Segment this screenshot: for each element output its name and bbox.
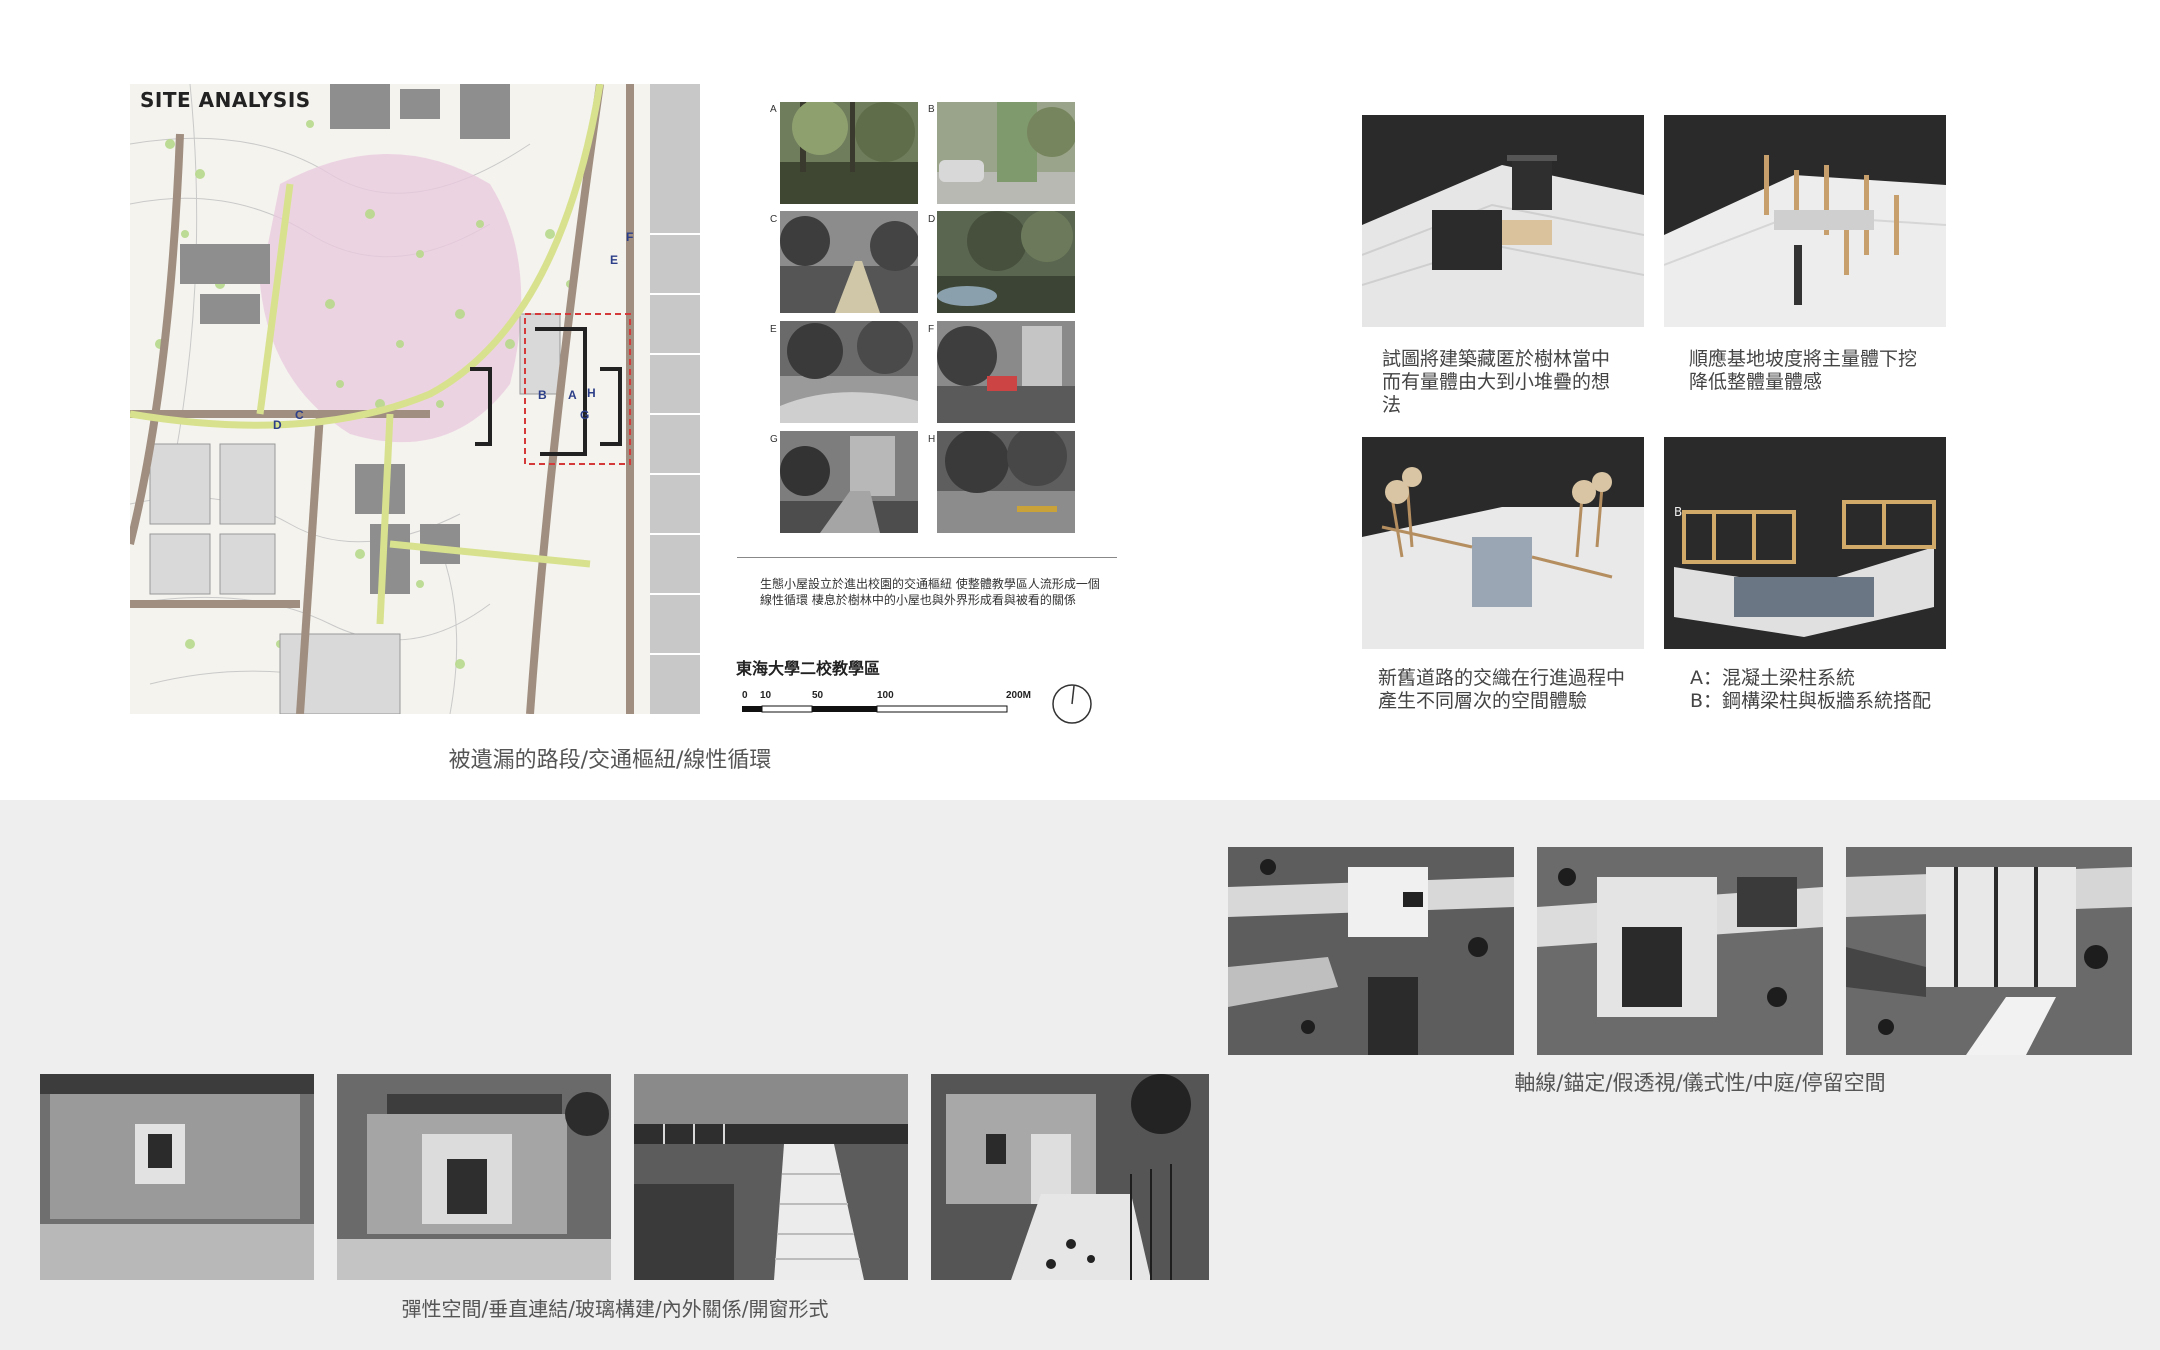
model-photo-3 (1362, 437, 1644, 649)
photo-label-g: G (770, 434, 778, 445)
map-letter-g: G (580, 408, 589, 422)
site-map-drawing: B A H G C D E F (130, 84, 700, 714)
site-photo-f (937, 321, 1075, 423)
site-photo-a (780, 102, 918, 204)
bw-bottom-photo-3 (634, 1074, 908, 1280)
bw-bottom-photo-4-image (931, 1074, 1209, 1280)
scale-bar (742, 705, 1008, 713)
bw-top-photo-3-image (1846, 847, 2132, 1055)
bw-bottom-photo-4 (931, 1074, 1209, 1280)
photo-label-d: D (928, 214, 936, 225)
site-photo-g-image (780, 431, 918, 533)
site-photo-a-image (780, 102, 918, 204)
bw-top-photo-2 (1537, 847, 1823, 1055)
bw-bottom-photo-2-image (337, 1074, 611, 1280)
site-photo-h (937, 431, 1075, 533)
map-letter-f: F (626, 230, 633, 244)
photo-label-b: B (928, 104, 935, 115)
model-photo-2 (1664, 115, 1946, 327)
photo-label-c: C (770, 214, 778, 225)
bw-top-photo-1-image (1228, 847, 1514, 1055)
bottom-right-caption: 軸線/錨定/假透視/儀式性/中庭/停留空間 (1514, 1071, 1886, 1095)
site-photo-h-image (937, 431, 1075, 533)
site-photo-g (780, 431, 918, 533)
scale-tick-200m: 200M (1006, 690, 1032, 701)
map-letter-h: H (587, 386, 596, 400)
site-photo-c (780, 211, 918, 313)
map-letter-e: E (610, 253, 618, 267)
site-photo-d-image (937, 211, 1075, 313)
photo-label-f: F (928, 324, 935, 335)
model-photo-4-image (1664, 437, 1946, 649)
site-photo-b-image (937, 102, 1075, 204)
site-photo-e (780, 321, 918, 423)
campus-title: 東海大學二校教學區 (736, 659, 881, 678)
bw-bottom-photo-1 (40, 1074, 314, 1280)
site-analysis-caption: 被遺漏的路段/交通樞紐/線性循環 (448, 748, 772, 773)
photo-label-h: H (928, 434, 936, 445)
model-caption-3: 新舊道路的交織在行進過程中產生不同層次的空間體驗 (1378, 667, 1626, 712)
site-analysis-title: SITE ANALYSIS (140, 88, 311, 112)
site-photo-f-image (937, 321, 1075, 423)
map-letter-c: C (295, 408, 304, 422)
bw-top-photo-2-image (1537, 847, 1823, 1055)
site-photo-b (937, 102, 1075, 204)
model-caption-2: 順應基地坡度將主量體下挖降低整體量體感 (1689, 348, 1918, 393)
scale-tick-100: 100 (877, 690, 894, 701)
site-description: 生態小屋設立於進出校園的交通樞紐 使整體教學區人流形成一個線性循環 棲息於樹林中… (760, 577, 1100, 607)
photo-label-a: A (770, 104, 777, 115)
map-letter-b: B (538, 388, 547, 402)
site-photo-e-image (780, 321, 918, 423)
scale-tick-10: 10 (760, 690, 772, 701)
site-map: B A H G C D E F (130, 84, 700, 714)
model-photo-2-image (1664, 115, 1946, 327)
bw-bottom-photo-3-image (634, 1074, 908, 1280)
map-letter-a: A (568, 388, 577, 402)
bw-bottom-photo-1-image (40, 1074, 314, 1280)
bw-top-photo-3 (1846, 847, 2132, 1055)
site-photo-d (937, 211, 1075, 313)
model-photo-3-image (1362, 437, 1644, 649)
model-caption-4: A：混凝土梁柱系統 B：鋼構梁柱與板牆系統搭配 (1690, 667, 1932, 712)
scale-tick-0: 0 (742, 690, 748, 701)
model-photo-1 (1362, 115, 1644, 327)
scale-bar-labels: 0 10 50 100 200M (742, 690, 1042, 704)
north-arrow-icon (1052, 684, 1092, 724)
scale-tick-50: 50 (812, 690, 824, 701)
map-letter-d: D (273, 418, 282, 432)
model-photo-1-image (1362, 115, 1644, 327)
model-caption-1: 試圖將建築藏匿於樹林當中而有量體由大到小堆疊的想法 (1382, 348, 1611, 416)
model-4-label-b: B (1674, 505, 1683, 519)
bw-bottom-photo-2 (337, 1074, 611, 1280)
bottom-left-caption: 彈性空間/垂直連結/玻璃構建/內外關係/開窗形式 (401, 1297, 829, 1321)
photo-label-e: E (770, 324, 777, 335)
bw-top-photo-1 (1228, 847, 1514, 1055)
site-photo-c-image (780, 211, 918, 313)
model-photo-4: B (1664, 437, 1946, 649)
photo-divider (737, 557, 1117, 558)
